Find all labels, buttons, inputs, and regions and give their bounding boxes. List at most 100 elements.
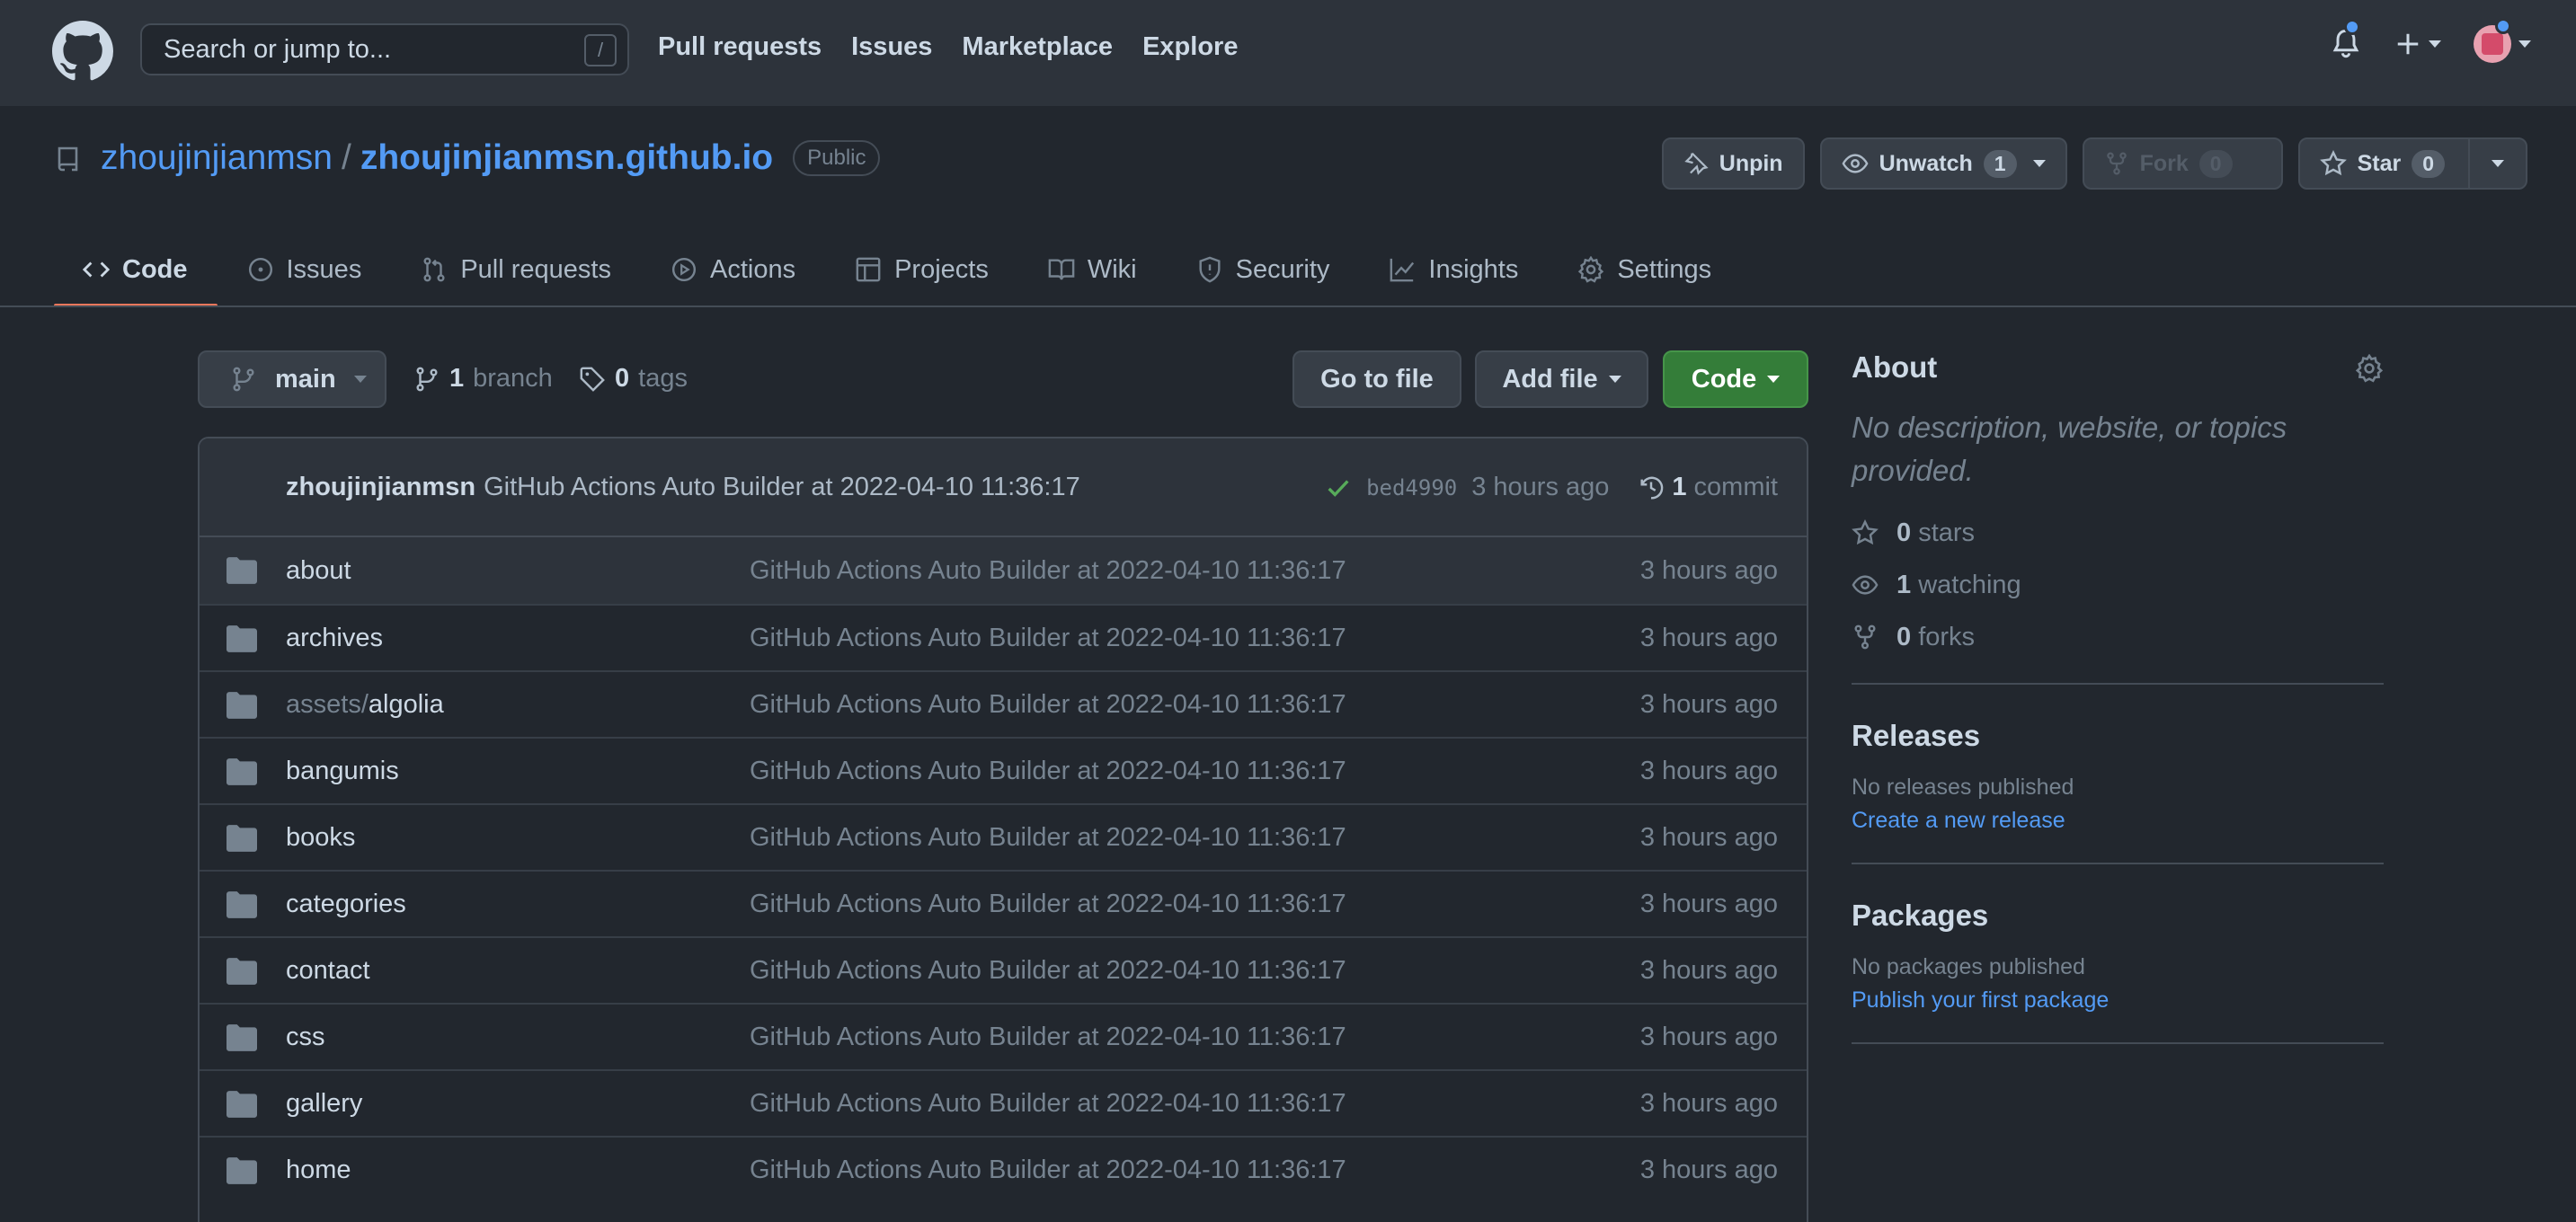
stars-label: stars [1918,518,1976,547]
file-row[interactable]: about GitHub Actions Auto Builder at 2022… [200,537,1807,604]
file-row[interactable]: bangumis GitHub Actions Auto Builder at 2… [200,737,1807,803]
tab-label: Actions [709,254,796,284]
file-commit-message[interactable]: GitHub Actions Auto Builder at 2022-04-1… [750,956,1346,986]
tab-wiki[interactable]: Wiki [1018,234,1167,306]
eye-icon [1842,154,1869,173]
file-commit-message[interactable]: GitHub Actions Auto Builder at 2022-04-1… [750,890,1346,919]
file-row[interactable]: gallery GitHub Actions Auto Builder at 20… [200,1069,1807,1136]
eye-icon [1852,575,1879,595]
code-button[interactable]: Code [1663,350,1808,408]
commit-author[interactable]: zhoujinjianmsn [286,473,475,502]
watching-stat[interactable]: 1 watching [1852,568,2384,602]
publish-package-link[interactable]: Publish your first package [1852,987,2384,1014]
star-list-dropdown[interactable] [2468,139,2526,188]
github-logo-icon[interactable] [52,21,113,82]
repo-path-separator: / [341,138,351,177]
nav-explore[interactable]: Explore [1142,32,1238,62]
tab-insights[interactable]: Insights [1359,234,1548,306]
tab-issues[interactable]: Issues [218,234,392,306]
packages-empty-note: No packages published [1852,954,2085,979]
stars-stat[interactable]: 0 stars [1852,516,2384,550]
packages-heading[interactable]: Packages [1852,899,2384,933]
add-file-label: Add file [1502,364,1598,394]
tab-pull-requests[interactable]: Pull requests [391,234,641,306]
file-row[interactable]: assets/algolia GitHub Actions Auto Builde… [200,670,1807,737]
tab-code[interactable]: Code [54,234,218,307]
tab-label: Settings [1617,254,1712,284]
file-row[interactable]: contact GitHub Actions Auto Builder at 20… [200,936,1807,1003]
file-commit-message[interactable]: GitHub Actions Auto Builder at 2022-04-1… [750,690,1346,720]
file-name-link[interactable]: contact [286,956,370,986]
edit-about-gear-icon[interactable] [2355,354,2384,383]
nav-pull-requests[interactable]: Pull requests [658,32,822,62]
commit-message[interactable]: GitHub Actions Auto Builder at 2022-04-1… [484,473,1080,502]
header-actions [2330,18,2531,63]
file-path-prefix: assets/ [286,689,369,719]
issue-icon [248,257,272,282]
file-row[interactable]: archives GitHub Actions Auto Builder at 2… [200,604,1807,670]
file-name-link[interactable]: books [286,823,355,853]
branches-link[interactable]: 1 branch [413,364,553,394]
file-row[interactable]: books GitHub Actions Auto Builder at 2022… [200,803,1807,870]
chevron-down-icon [2492,160,2504,167]
commits-link[interactable]: 1 commit [1638,473,1778,502]
file-commit-message[interactable]: GitHub Actions Auto Builder at 2022-04-1… [750,1156,1346,1185]
commit-sha[interactable]: bed4990 [1366,475,1457,500]
nav-issues[interactable]: Issues [851,32,932,62]
file-row[interactable]: css GitHub Actions Auto Builder at 2022-0… [200,1003,1807,1069]
notifications-bell-icon[interactable] [2330,19,2362,62]
file-name-link[interactable]: css [286,1023,325,1052]
file-row[interactable]: home GitHub Actions Auto Builder at 2022-… [200,1136,1807,1202]
repo-title: zhoujinjianmsn / zhoujinjianmsn.github.i… [54,138,881,178]
file-row[interactable]: categories GitHub Actions Auto Builder at… [200,870,1807,936]
file-commit-message[interactable]: GitHub Actions Auto Builder at 2022-04-1… [750,624,1346,653]
file-commit-message[interactable]: GitHub Actions Auto Builder at 2022-04-1… [750,1023,1346,1052]
file-name-link[interactable]: gallery [286,1089,362,1119]
star-button-group: Star 0 [2297,137,2527,190]
tab-security[interactable]: Security [1167,234,1360,306]
file-commit-message[interactable]: GitHub Actions Auto Builder at 2022-04-1… [750,823,1346,853]
forks-stat[interactable]: 0 forks [1852,620,2384,654]
play-icon [671,257,697,282]
file-commit-message[interactable]: GitHub Actions Auto Builder at 2022-04-1… [750,1089,1346,1119]
repo-name-link[interactable]: zhoujinjianmsn.github.io [360,138,773,178]
file-name-link[interactable]: categories [286,890,406,919]
search-input[interactable]: Search or jump to... / [140,23,629,75]
repo-owner-link[interactable]: zhoujinjianmsn [101,138,333,178]
go-to-file-button[interactable]: Go to file [1292,350,1461,408]
tab-label: Projects [894,254,989,284]
file-name-link[interactable]: home [286,1156,351,1185]
commit-age: 3 hours ago [1471,473,1610,501]
file-name-link[interactable]: about [286,556,351,586]
check-icon[interactable] [1325,474,1352,501]
fork-button[interactable]: Fork 0 [2082,137,2283,190]
file-name: bangumis [286,756,399,785]
tab-actions[interactable]: Actions [641,234,825,306]
tab-settings[interactable]: Settings [1548,234,1741,306]
file-commit-message[interactable]: GitHub Actions Auto Builder at 2022-04-1… [750,757,1346,786]
chevron-down-icon [2429,40,2441,48]
commit-count: 1 [1672,473,1687,501]
releases-heading[interactable]: Releases [1852,719,2384,753]
file-name-link[interactable]: bangumis [286,757,399,786]
unwatch-button[interactable]: Unwatch 1 [1819,137,2067,190]
tags-link[interactable]: 0 tags [579,364,688,394]
file-name-link[interactable]: assets/algolia [286,690,444,720]
file-name-link[interactable]: archives [286,624,383,653]
book-icon [1048,259,1075,280]
user-menu-dropdown[interactable] [2474,18,2531,63]
create-new-dropdown[interactable] [2394,31,2441,58]
unpin-button[interactable]: Unpin [1661,137,1805,190]
create-release-link[interactable]: Create a new release [1852,808,2384,834]
visibility-badge: Public [793,140,881,176]
folder-icon [227,692,257,719]
table-icon [856,257,881,282]
tab-projects[interactable]: Projects [825,234,1018,306]
file-commit-message[interactable]: GitHub Actions Auto Builder at 2022-04-1… [750,556,1346,586]
add-file-button[interactable]: Add file [1475,350,1648,408]
file-commit-age: 3 hours ago [1639,1022,1778,1051]
search-shortcut-key: / [584,34,617,66]
star-button[interactable]: Star 0 [2300,139,2468,188]
branch-select-button[interactable]: main [198,350,386,408]
nav-marketplace[interactable]: Marketplace [962,32,1113,62]
